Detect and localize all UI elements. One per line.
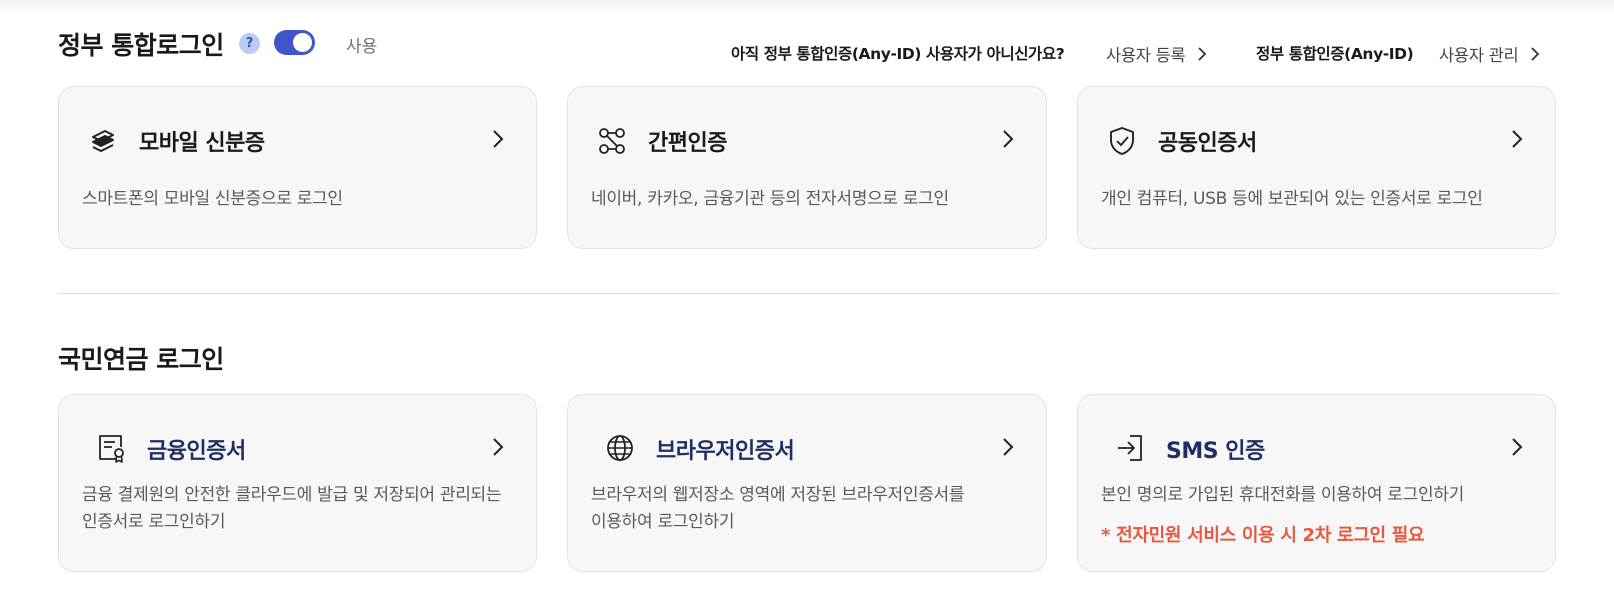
card-desc: 이용하여 로그인하기 [591, 512, 735, 532]
chevron-right-icon [1512, 438, 1523, 456]
card-title: 금융인증서 [147, 439, 246, 464]
card-title: 브라우저인증서 [656, 439, 795, 464]
section-divider [58, 293, 1558, 294]
chevron-right-icon [1198, 47, 1207, 61]
nps-login-title: 국민연금 로그인 [58, 345, 224, 374]
card-title: SMS 인증 [1166, 439, 1265, 464]
manage-link-label: 사용자 관리 [1439, 46, 1519, 65]
register-link-label: 사용자 등록 [1106, 46, 1186, 65]
card-desc: 브라우저의 웹저장소 영역에 저장된 브라우저인증서를 [591, 485, 965, 505]
card-warning: * 전자민원 서비스 이용 시 2차 로그인 필요 [1101, 525, 1425, 546]
card-desc: 금융 결제원의 안전한 클라우드에 발급 및 저장되어 관리되는 [82, 485, 502, 505]
card-desc: 스마트폰의 모바일 신분증으로 로그인 [82, 189, 343, 209]
card-desc: 인증서로 로그인하기 [82, 512, 226, 532]
mobile-id-icon [92, 130, 114, 152]
card-browser-cert[interactable]: 브라우저인증서 브라우저의 웹저장소 영역에 저장된 브라우저인증서를 이용하여… [567, 394, 1047, 572]
toggle-label: 사용 [346, 37, 378, 57]
anyid-label: 정부 통합인증(Any-ID) [1256, 45, 1414, 63]
chevron-right-icon [1531, 47, 1540, 61]
card-desc: 개인 컴퓨터, USB 등에 보관되어 있는 인증서로 로그인 [1101, 189, 1483, 209]
no-account-question: 아직 정부 통합인증(Any-ID) 사용자가 아니신가요? [731, 45, 1065, 63]
simple-auth-icon [599, 128, 625, 154]
toggle-knob [293, 33, 312, 52]
help-icon[interactable]: ? [239, 33, 260, 54]
chevron-right-icon [1003, 438, 1014, 456]
card-simple-auth[interactable]: 간편인증 네이버, 카카오, 금융기관 등의 전자서명으로 로그인 [567, 86, 1047, 249]
globe-icon [607, 435, 633, 461]
shield-check-icon [1110, 127, 1134, 155]
gov-login-title: 정부 통합로그인 [58, 31, 224, 60]
login-arrow-icon [1118, 435, 1142, 461]
card-mobile-id[interactable]: 모바일 신분증 스마트폰의 모바일 신분증으로 로그인 [58, 86, 537, 249]
chevron-right-icon [1512, 130, 1523, 148]
chevron-right-icon [1003, 130, 1014, 148]
card-financial-cert[interactable]: 금융인증서 금융 결제원의 안전한 클라우드에 발급 및 저장되어 관리되는 인… [58, 394, 537, 572]
card-desc: 본인 명의로 가입된 휴대전화를 이용하여 로그인하기 [1101, 485, 1464, 505]
certificate-icon [99, 435, 124, 463]
card-title: 공동인증서 [1158, 131, 1257, 156]
card-desc: 네이버, 카카오, 금융기관 등의 전자서명으로 로그인 [591, 189, 949, 209]
card-sms-auth[interactable]: SMS 인증 본인 명의로 가입된 휴대전화를 이용하여 로그인하기 * 전자민… [1077, 394, 1556, 572]
chevron-right-icon [493, 438, 504, 456]
card-title: 모바일 신분증 [139, 131, 265, 156]
gov-login-toggle[interactable] [274, 30, 315, 55]
manage-link[interactable]: 사용자 관리 [1439, 42, 1542, 66]
chevron-right-icon [493, 130, 504, 148]
card-joint-cert[interactable]: 공동인증서 개인 컴퓨터, USB 등에 보관되어 있는 인증서로 로그인 [1077, 86, 1556, 249]
card-title: 간편인증 [648, 131, 727, 156]
top-shadow [0, 0, 1614, 14]
register-link[interactable]: 사용자 등록 [1106, 42, 1209, 66]
